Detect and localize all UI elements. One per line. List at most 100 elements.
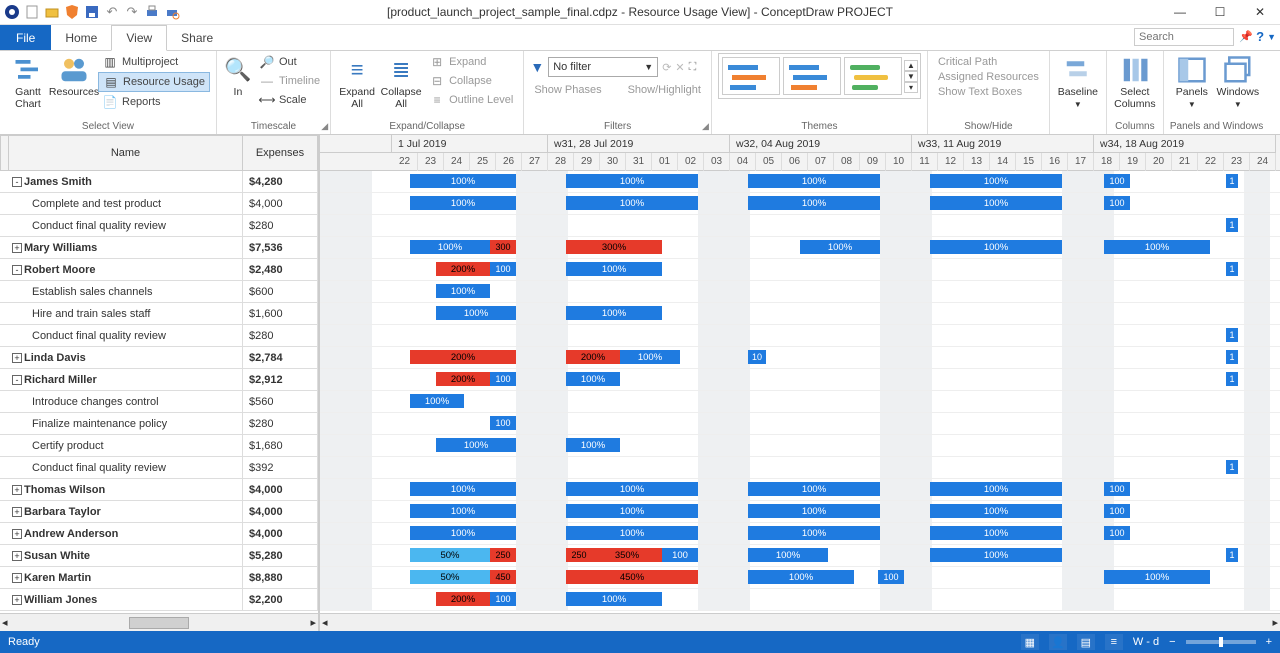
timeline-button[interactable]: —Timeline [255, 72, 324, 90]
open-icon[interactable] [44, 4, 60, 20]
table-row[interactable]: +Karen Martin$8,880 [0, 567, 318, 589]
allocation-bar[interactable]: 100 [878, 570, 904, 584]
horizontal-scrollbar[interactable]: ◂▸ ◂▸ [0, 613, 1280, 631]
collapse-button[interactable]: ⊟Collapse [425, 72, 517, 90]
tab-file[interactable]: File [0, 25, 51, 50]
clear-filter-icon[interactable]: ✕ [675, 61, 684, 74]
minimize-button[interactable]: — [1160, 0, 1200, 24]
allocation-bar[interactable]: 100 [1104, 504, 1130, 518]
allocation-bar[interactable]: 350% [592, 548, 662, 562]
allocation-bar[interactable]: 100 [490, 372, 516, 386]
allocation-bar[interactable]: 100% [410, 504, 516, 518]
redo-icon[interactable]: ↷ [124, 4, 140, 20]
allocation-bar[interactable]: 100% [566, 526, 698, 540]
allocation-bar[interactable]: 100% [748, 504, 880, 518]
gallery-more-icon[interactable]: ▾ [904, 82, 918, 93]
allocation-bar[interactable]: 100% [748, 526, 880, 540]
allocation-bar[interactable]: 100% [410, 196, 516, 210]
print-icon[interactable] [144, 4, 160, 20]
table-row[interactable]: Introduce changes control$560 [0, 391, 318, 413]
allocation-bar[interactable]: 100% [930, 482, 1062, 496]
toggle-icon[interactable]: + [12, 529, 22, 539]
allocation-bar[interactable]: 100% [748, 548, 828, 562]
collapse-all-button[interactable]: ≣Collapse All [379, 53, 423, 110]
allocation-bar[interactable]: 100% [800, 240, 880, 254]
dialog-launcher-icon[interactable]: ◢ [321, 121, 328, 132]
show-phases-button[interactable]: Show Phases [530, 83, 605, 97]
save-icon[interactable] [84, 4, 100, 20]
multiproject-button[interactable]: ▥Multiproject [98, 53, 210, 71]
outline-level-button[interactable]: ≡Outline Level [425, 91, 517, 109]
toggle-icon[interactable]: + [12, 243, 22, 253]
table-row[interactable]: +Thomas Wilson$4,000 [0, 479, 318, 501]
resource-usage-button[interactable]: ▤Resource Usage [98, 72, 210, 92]
filter-settings-icon[interactable]: ⛶ [689, 61, 697, 74]
allocation-bar[interactable]: 100% [436, 284, 490, 298]
tab-share[interactable]: Share [167, 25, 227, 50]
allocation-bar[interactable]: 100% [566, 438, 620, 452]
allocation-bar[interactable]: 200% [436, 262, 490, 276]
allocation-bar[interactable]: 100% [436, 306, 516, 320]
allocation-bar[interactable]: 100% [566, 306, 662, 320]
status-schedule-mode[interactable]: W - d [1133, 636, 1159, 648]
table-row[interactable]: +Linda Davis$2,784 [0, 347, 318, 369]
expand-all-button[interactable]: ≡Expand All [337, 53, 377, 110]
toggle-icon[interactable]: + [12, 573, 22, 583]
zoom-slider[interactable] [1186, 640, 1256, 644]
allocation-bar[interactable]: 100 [662, 548, 698, 562]
scroll-right-icon[interactable]: ▸ [310, 616, 316, 629]
table-row[interactable]: +Susan White$5,280 [0, 545, 318, 567]
allocation-bar[interactable]: 200% [436, 592, 490, 606]
status-icon[interactable]: ▦ [1021, 634, 1039, 650]
allocation-bar[interactable]: 100% [930, 174, 1062, 188]
allocation-bar[interactable]: 100 [1104, 526, 1130, 540]
table-row[interactable]: -James Smith$4,280 [0, 171, 318, 193]
toggle-icon[interactable]: - [12, 265, 22, 275]
allocation-bar[interactable]: 1 [1226, 174, 1238, 188]
dialog-launcher-icon[interactable]: ◢ [702, 121, 709, 132]
table-row[interactable]: Hire and train sales staff$1,600 [0, 303, 318, 325]
table-row[interactable]: +William Jones$2,200 [0, 589, 318, 611]
allocation-bar[interactable]: 1 [1226, 218, 1238, 232]
allocation-bar[interactable]: 100% [620, 350, 680, 364]
status-gantt-icon[interactable]: ▤ [1077, 634, 1095, 650]
theme-thumb[interactable] [783, 57, 841, 95]
status-list-icon[interactable]: ≡ [1105, 634, 1123, 650]
allocation-bar[interactable]: 100% [1104, 240, 1210, 254]
allocation-bar[interactable]: 100% [410, 240, 490, 254]
allocation-bar[interactable]: 100% [930, 548, 1062, 562]
table-row[interactable]: Certify product$1,680 [0, 435, 318, 457]
allocation-bar[interactable]: 1 [1226, 350, 1238, 364]
windows-button[interactable]: Windows▼ [1216, 53, 1260, 109]
allocation-bar[interactable]: 100% [748, 196, 880, 210]
allocation-bar[interactable]: 100% [566, 174, 698, 188]
table-row[interactable]: Complete and test product$4,000 [0, 193, 318, 215]
allocation-bar[interactable]: 100 [490, 416, 516, 430]
toggle-icon[interactable]: + [12, 353, 22, 363]
show-textboxes-button[interactable]: Show Text Boxes [934, 85, 1043, 99]
print-preview-icon[interactable] [164, 4, 180, 20]
allocation-bar[interactable]: 100% [566, 372, 620, 386]
column-header-expenses[interactable]: Expenses [243, 135, 318, 171]
show-highlight-button[interactable]: Show/Highlight [624, 83, 705, 97]
dropdown-icon[interactable]: ▼ [1267, 32, 1276, 42]
themes-gallery[interactable]: ▲ ▼ ▾ [718, 53, 921, 99]
toggle-icon[interactable]: + [12, 551, 22, 561]
allocation-bar[interactable]: 100 [490, 262, 516, 276]
allocation-bar[interactable]: 10 [748, 350, 766, 364]
allocation-bar[interactable]: 300 [490, 240, 516, 254]
maximize-button[interactable]: ☐ [1200, 0, 1240, 24]
table-row[interactable]: +Mary Williams$7,536 [0, 237, 318, 259]
tab-view[interactable]: View [111, 25, 167, 51]
table-row[interactable]: +Barbara Taylor$4,000 [0, 501, 318, 523]
pin-icon[interactable]: 📌 [1239, 30, 1253, 43]
allocation-bar[interactable]: 100% [566, 504, 698, 518]
allocation-bar[interactable]: 100 [1104, 482, 1130, 496]
shield-icon[interactable] [64, 4, 80, 20]
scroll-left-icon[interactable]: ◂ [2, 616, 8, 629]
allocation-bar[interactable]: 100% [748, 570, 854, 584]
allocation-bar[interactable]: 100% [930, 526, 1062, 540]
theme-thumb[interactable] [722, 57, 780, 95]
allocation-bar[interactable]: 250 [566, 548, 592, 562]
scroll-thumb[interactable] [129, 617, 189, 629]
